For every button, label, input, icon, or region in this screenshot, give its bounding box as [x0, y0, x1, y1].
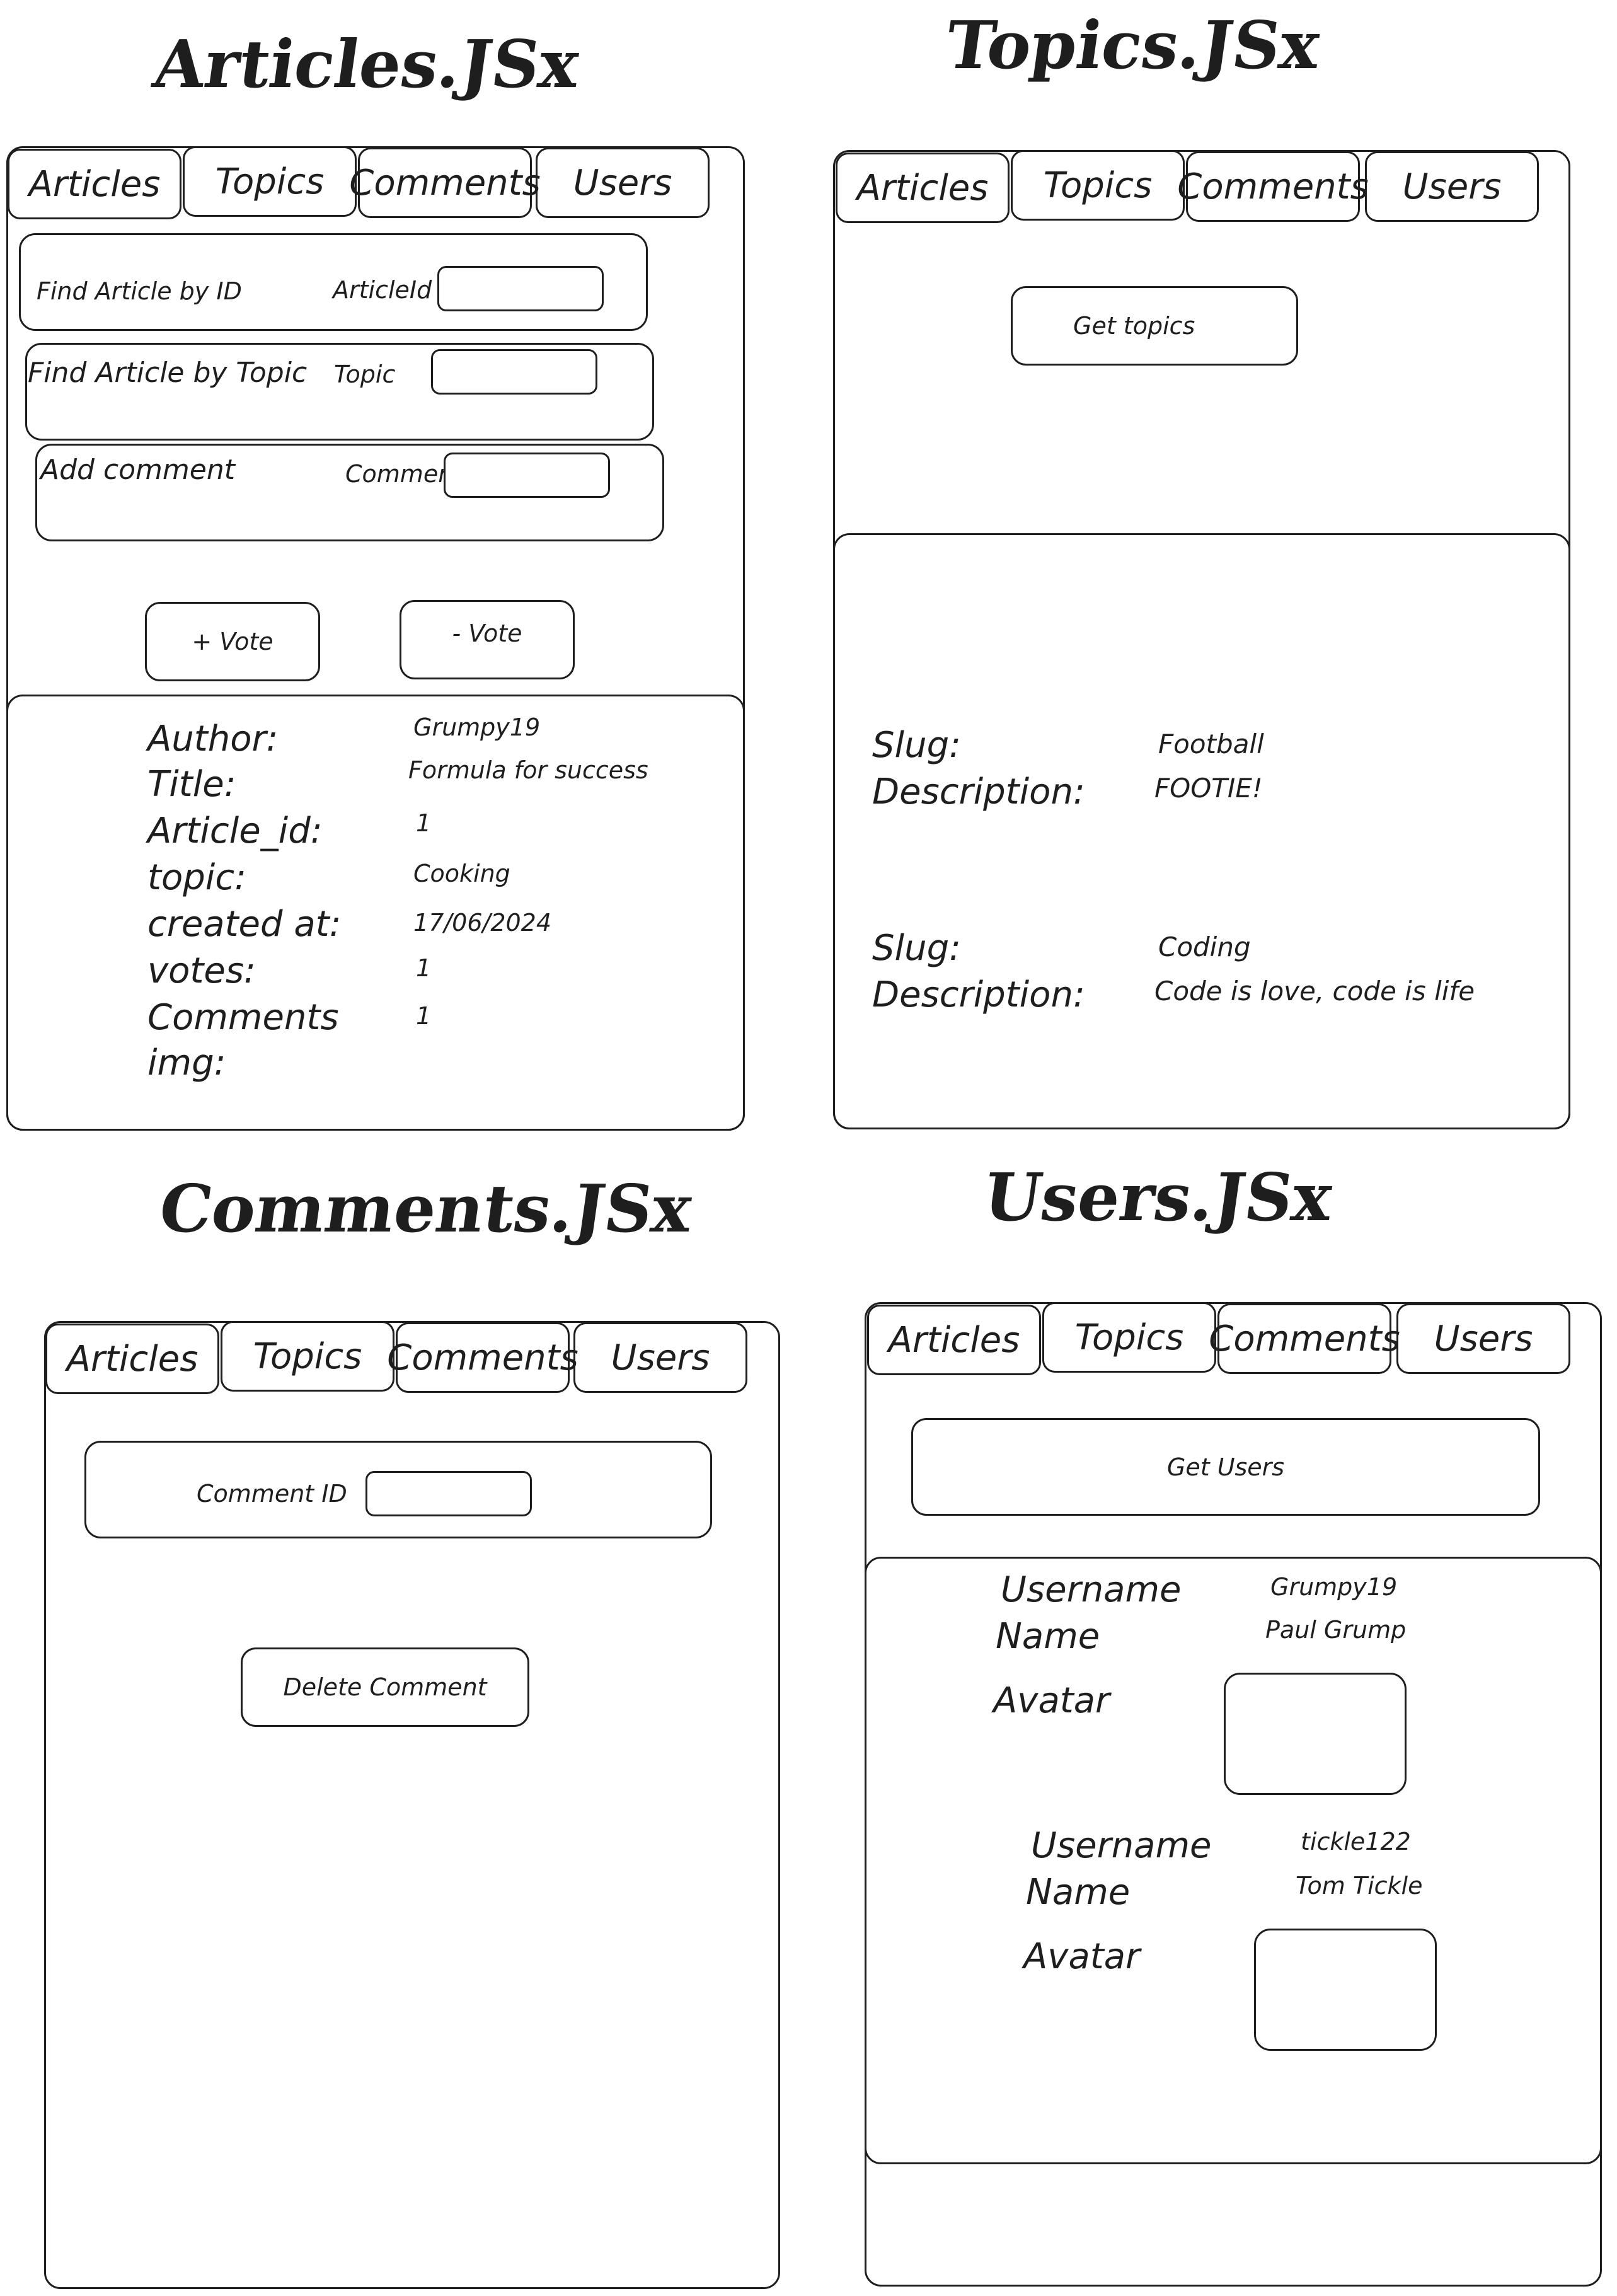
detail-value-votes: 1 [416, 954, 432, 982]
tab-articles[interactable]: Articles [836, 153, 1010, 223]
name-label: Name [1026, 1872, 1131, 1913]
add-comment-label: Add comment [40, 454, 235, 486]
delete-comment-button[interactable]: Delete Comment [241, 1647, 529, 1727]
articles-title: Articles.JSx [149, 25, 584, 103]
username-label: Username [1031, 1825, 1212, 1866]
tab-topics[interactable]: Topics [183, 146, 357, 217]
get-users-button[interactable]: Get Users [911, 1418, 1540, 1516]
detail-label-topic: topic: [147, 857, 246, 898]
detail-label-created-at: created at: [147, 904, 342, 945]
username-value: tickle122 [1301, 1828, 1411, 1855]
comment-input[interactable] [444, 453, 610, 498]
tab-articles[interactable]: Articles [8, 149, 181, 219]
detail-value-title: Formula for success [408, 756, 648, 784]
tab-topics[interactable]: Topics [1011, 150, 1185, 221]
comments-title: Comments.JSx [154, 1170, 697, 1247]
vote-up-button[interactable]: + Vote [145, 602, 320, 681]
avatar-label: Avatar [1023, 1936, 1141, 1977]
detail-label-article-id: Article_id: [147, 811, 323, 851]
comment-id-input[interactable] [365, 1471, 532, 1516]
detail-value-created-at: 17/06/2024 [413, 909, 552, 937]
detail-label-title: Title: [147, 764, 236, 805]
username-value: Grumpy19 [1270, 1573, 1398, 1601]
avatar-image-placeholder [1224, 1673, 1407, 1795]
name-label: Name [996, 1616, 1100, 1657]
find-article-by-topic-label: Find Article by Topic [28, 357, 308, 389]
tab-articles[interactable]: Articles [867, 1305, 1041, 1375]
users-title: Users.JSx [979, 1158, 1337, 1236]
detail-label-comments: Comments [147, 997, 339, 1038]
tab-comments[interactable]: Comments [349, 147, 541, 218]
get-topics-button[interactable]: Get topics [1011, 286, 1298, 366]
topic-description-value: Code is love, code is life [1154, 976, 1475, 1007]
topic-slug-value: Football [1158, 729, 1264, 759]
detail-value-article-id: 1 [416, 809, 432, 837]
detail-value-author: Grumpy19 [413, 713, 541, 741]
topic-description-label: Description: [872, 771, 1085, 812]
tab-users[interactable]: Users [536, 147, 710, 218]
vote-down-button[interactable]: - Vote [400, 600, 575, 679]
topics-list-panel [833, 533, 1570, 1129]
detail-label-img: img: [147, 1042, 226, 1083]
tab-comments[interactable]: Comments [1209, 1303, 1400, 1374]
tab-users[interactable]: Users [1365, 151, 1539, 222]
topic-slug-label: Slug: [872, 725, 962, 766]
article-id-field-label: ArticleId [333, 276, 432, 304]
avatar-label: Avatar [993, 1680, 1110, 1721]
tab-topics[interactable]: Topics [1042, 1302, 1216, 1373]
topic-description-value: FOOTIE! [1154, 773, 1263, 804]
name-value: Tom Tickle [1296, 1872, 1423, 1900]
find-article-by-id-label: Find Article by ID [37, 277, 242, 305]
username-label: Username [1001, 1569, 1182, 1610]
avatar-image-placeholder [1254, 1929, 1437, 2051]
tab-users[interactable]: Users [573, 1322, 747, 1393]
tab-users[interactable]: Users [1396, 1303, 1570, 1374]
detail-value-topic: Cooking [413, 860, 510, 887]
comment-id-label: Comment ID [197, 1480, 347, 1508]
tab-comments[interactable]: Comments [1177, 151, 1369, 222]
topic-field-label: Topic [334, 361, 396, 388]
topic-input[interactable] [431, 349, 597, 395]
topic-description-label: Description: [872, 974, 1085, 1015]
tab-articles[interactable]: Articles [45, 1324, 219, 1394]
users-list-panel [865, 1557, 1602, 2164]
topics-title: Topics.JSx [941, 6, 1325, 84]
detail-label-votes: votes: [147, 950, 256, 991]
detail-value-comments: 1 [416, 1002, 432, 1030]
topic-slug-value: Coding [1158, 932, 1251, 962]
topic-slug-label: Slug: [872, 928, 962, 969]
detail-label-author: Author: [147, 718, 279, 759]
tab-topics[interactable]: Topics [221, 1321, 394, 1392]
name-value: Paul Grump [1265, 1616, 1407, 1644]
tab-comments[interactable]: Comments [387, 1322, 578, 1393]
article-id-input[interactable] [437, 266, 604, 311]
